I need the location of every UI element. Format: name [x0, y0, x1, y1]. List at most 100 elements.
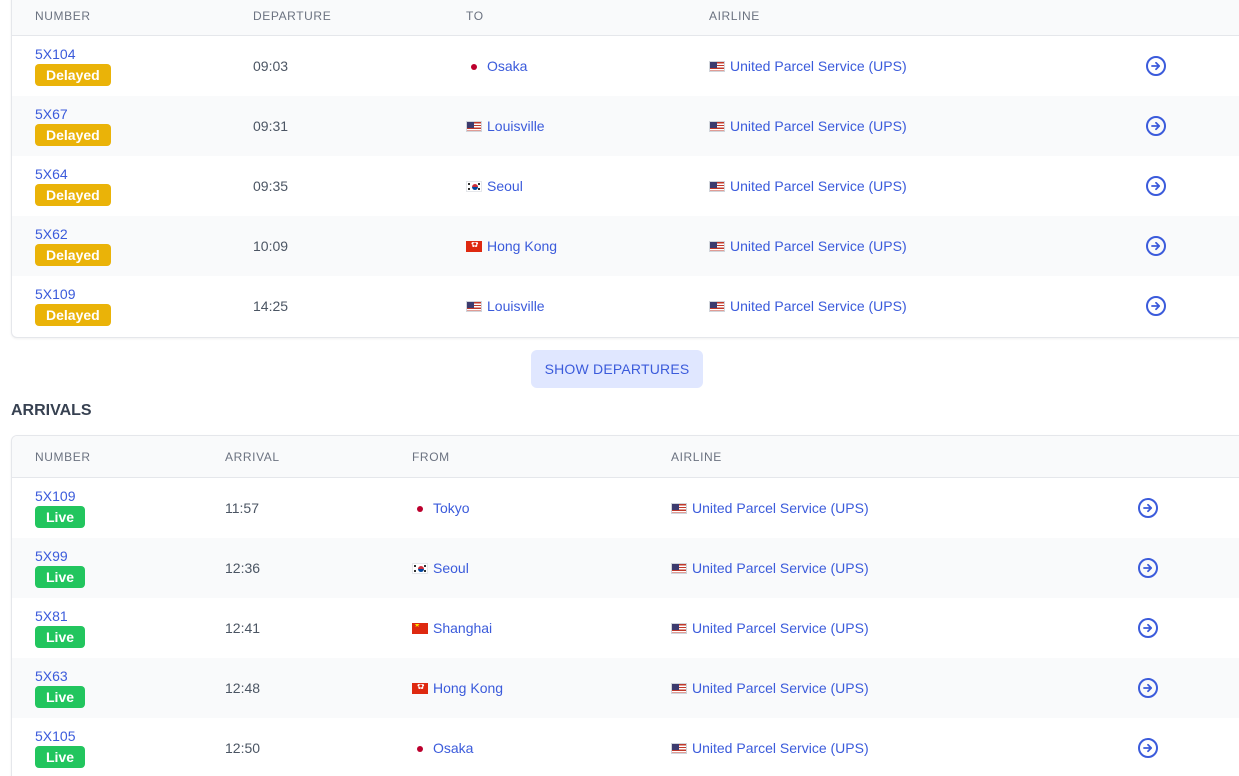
place-link[interactable]: Hong Kong [433, 680, 503, 696]
header-airline: AIRLINE [671, 449, 722, 464]
table-row[interactable]: 5X67 Delayed 09:31 Louisville United Parcel … [12, 96, 1239, 156]
kr-flag-icon [466, 180, 482, 192]
arrow-right-circle-icon[interactable] [1146, 236, 1166, 256]
airline-cell: United Parcel Service (UPS) [671, 620, 869, 636]
header-airline: AIRLINE [709, 9, 760, 23]
arrow-right-circle-icon[interactable] [1138, 678, 1158, 698]
place-cell: Osaka [412, 740, 473, 756]
us-flag-icon [709, 180, 725, 192]
airline-link[interactable]: United Parcel Service (UPS) [692, 560, 869, 576]
us-flag-icon [466, 300, 482, 312]
table-row[interactable]: 5X63 Live 12:48 Hong Kong United Parcel Serv… [12, 658, 1239, 718]
us-flag-icon [671, 502, 687, 514]
place-link[interactable]: Hong Kong [487, 238, 557, 254]
place-link[interactable]: Louisville [487, 118, 545, 134]
us-flag-icon [709, 120, 725, 132]
time-cell: 09:31 [253, 118, 289, 134]
header-to: TO [466, 9, 484, 23]
place-cell: Louisville [466, 298, 545, 314]
flight-number-link[interactable]: 5X81 [35, 608, 85, 624]
hk-flag-icon [412, 682, 428, 694]
flight-number-link[interactable]: 5X67 [35, 106, 111, 122]
arrow-right-circle-icon[interactable] [1146, 176, 1166, 196]
jp-flag-icon [412, 743, 428, 754]
flight-number-link[interactable]: 5X63 [35, 668, 85, 684]
us-flag-icon [671, 682, 687, 694]
arrow-right-circle-icon[interactable] [1146, 116, 1166, 136]
place-cell: Shanghai [412, 620, 492, 636]
status-badge: Delayed [35, 124, 111, 146]
arrow-right-circle-icon[interactable] [1138, 558, 1158, 578]
us-flag-icon [709, 240, 725, 252]
flight-number-cell: 5X105 Live [35, 728, 86, 768]
arrow-right-circle-icon[interactable] [1146, 296, 1166, 316]
airline-cell: United Parcel Service (UPS) [709, 298, 907, 314]
table-row[interactable]: 5X105 Live 12:50 Osaka United Parcel Service… [12, 718, 1239, 776]
airline-cell: United Parcel Service (UPS) [671, 500, 869, 516]
place-link[interactable]: Shanghai [433, 620, 492, 636]
flight-number-link[interactable]: 5X105 [35, 728, 85, 744]
flight-number-link[interactable]: 5X62 [35, 226, 111, 242]
header-number: NUMBER [35, 9, 91, 23]
airline-link[interactable]: United Parcel Service (UPS) [730, 58, 907, 74]
place-cell: Seoul [466, 178, 523, 194]
flight-number-link[interactable]: 5X64 [35, 166, 111, 182]
table-row[interactable]: 5X109 Delayed 14:25 Louisville United Parcel… [12, 276, 1239, 336]
status-badge: Live [35, 506, 86, 528]
flight-number-cell: 5X104 Delayed [35, 46, 111, 86]
flight-number-link[interactable]: 5X104 [35, 46, 111, 62]
airline-cell: United Parcel Service (UPS) [709, 118, 907, 134]
departures-table-header: NUMBER DEPARTURE TO AIRLINE [12, 0, 1239, 36]
airline-link[interactable]: United Parcel Service (UPS) [692, 740, 869, 756]
show-departures-button[interactable]: SHOW DEPARTURES [531, 350, 703, 388]
flight-number-link[interactable]: 5X109 [35, 286, 111, 302]
jp-flag-icon [466, 61, 482, 72]
time-cell: 09:35 [253, 178, 289, 194]
place-link[interactable]: Seoul [487, 178, 523, 194]
place-cell: Louisville [466, 118, 545, 134]
airline-link[interactable]: United Parcel Service (UPS) [692, 500, 869, 516]
us-flag-icon [671, 622, 687, 634]
airline-link[interactable]: United Parcel Service (UPS) [730, 238, 907, 254]
place-cell: Osaka [466, 58, 527, 74]
arrivals-title: ARRIVALS [11, 402, 92, 419]
table-row[interactable]: 5X81 Live 12:41 Shanghai United Parcel Servi… [12, 598, 1239, 658]
hk-flag-icon [466, 240, 482, 252]
table-row[interactable]: 5X104 Delayed 09:03 Osaka United Parcel Serv… [12, 36, 1239, 96]
arrow-right-circle-icon[interactable] [1138, 618, 1158, 638]
header-arrival: ARRIVAL [225, 449, 280, 464]
us-flag-icon [466, 120, 482, 132]
table-row[interactable]: 5X109 Live 11:57 Tokyo United Parcel Service… [12, 478, 1239, 538]
airline-link[interactable]: United Parcel Service (UPS) [730, 178, 907, 194]
status-badge: Delayed [35, 244, 111, 266]
header-from: FROM [412, 449, 450, 464]
airline-link[interactable]: United Parcel Service (UPS) [730, 118, 907, 134]
flight-number-link[interactable]: 5X109 [35, 488, 85, 504]
header-number: NUMBER [35, 449, 91, 464]
arrivals-table: NUMBER ARRIVAL FROM AIRLINE 5X109 Live 11:… [11, 435, 1239, 776]
place-link[interactable]: Osaka [433, 740, 473, 756]
table-row[interactable]: 5X64 Delayed 09:35 Seoul United Parcel Servi… [12, 156, 1239, 216]
airline-cell: United Parcel Service (UPS) [709, 58, 907, 74]
arrow-right-circle-icon[interactable] [1138, 738, 1158, 758]
flight-number-link[interactable]: 5X99 [35, 548, 85, 564]
flight-number-cell: 5X109 Delayed [35, 286, 111, 326]
place-link[interactable]: Tokyo [433, 500, 470, 516]
airline-link[interactable]: United Parcel Service (UPS) [692, 620, 869, 636]
us-flag-icon [671, 562, 687, 574]
arrow-right-circle-icon[interactable] [1138, 498, 1158, 518]
airline-link[interactable]: United Parcel Service (UPS) [692, 680, 869, 696]
status-badge: Live [35, 746, 86, 768]
airline-cell: United Parcel Service (UPS) [709, 178, 907, 194]
jp-flag-icon [412, 503, 428, 514]
table-row[interactable]: 5X62 Delayed 10:09 Hong Kong United Parcel S… [12, 216, 1239, 276]
place-link[interactable]: Louisville [487, 298, 545, 314]
place-link[interactable]: Osaka [487, 58, 527, 74]
table-row[interactable]: 5X99 Live 12:36 Seoul United Parcel Service … [12, 538, 1239, 598]
arrow-right-circle-icon[interactable] [1146, 56, 1166, 76]
airline-link[interactable]: United Parcel Service (UPS) [730, 298, 907, 314]
flight-number-cell: 5X63 Live [35, 668, 86, 708]
airline-cell: United Parcel Service (UPS) [671, 680, 869, 696]
time-cell: 14:25 [253, 298, 289, 314]
place-link[interactable]: Seoul [433, 560, 469, 576]
